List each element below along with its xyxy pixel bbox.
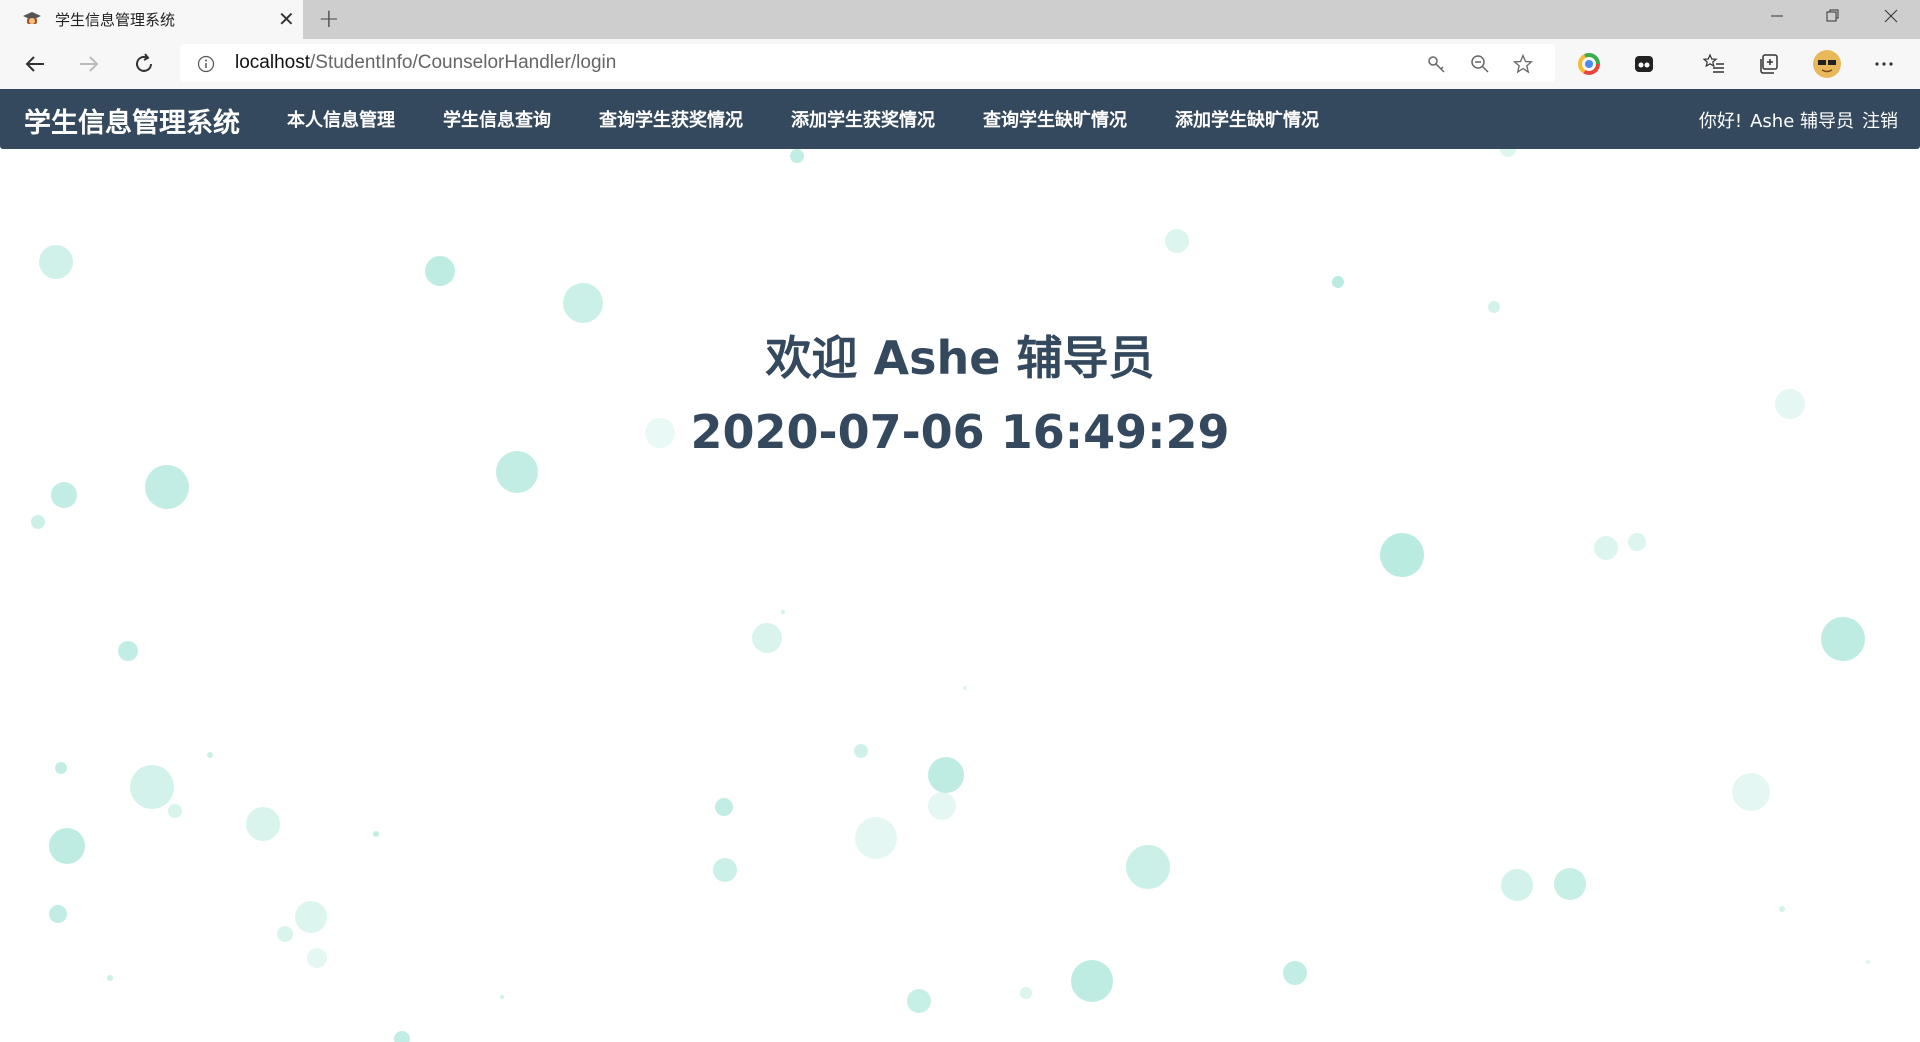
browser-tab-bar: 学生信息管理系统 ✕ + bbox=[0, 0, 1920, 39]
tab-title: 学生信息管理系统 bbox=[55, 11, 176, 29]
decorative-bubble bbox=[1380, 533, 1424, 577]
decorative-bubble bbox=[118, 641, 138, 661]
address-bar[interactable]: localhost/StudentInfo/CounselorHandler/l… bbox=[180, 44, 1555, 82]
decorative-bubble bbox=[1165, 229, 1189, 253]
decorative-bubble bbox=[425, 256, 455, 286]
decorative-bubble bbox=[854, 744, 868, 758]
browser-tab[interactable]: 学生信息管理系统 ✕ bbox=[0, 0, 303, 39]
decorative-bubble bbox=[1594, 536, 1618, 560]
app-brand[interactable]: 学生信息管理系统 bbox=[24, 101, 240, 140]
zoom-out-icon[interactable] bbox=[1468, 52, 1492, 76]
graduation-cap-icon bbox=[22, 10, 42, 28]
minimize-icon[interactable] bbox=[1752, 2, 1802, 30]
decorative-bubble bbox=[1283, 961, 1307, 985]
info-icon[interactable] bbox=[194, 52, 218, 76]
key-icon[interactable] bbox=[1425, 52, 1449, 76]
decorative-bubble bbox=[207, 752, 213, 758]
greeting-text: 你好! bbox=[1698, 111, 1743, 132]
extension-glasses-icon[interactable] bbox=[1631, 51, 1657, 77]
decorative-bubble bbox=[1501, 869, 1533, 901]
decorative-bubble bbox=[963, 686, 967, 690]
bubble-background bbox=[0, 149, 1920, 1042]
decorative-bubble bbox=[713, 858, 737, 882]
decorative-bubble bbox=[49, 828, 85, 864]
decorative-bubble bbox=[1628, 533, 1646, 551]
decorative-bubble bbox=[781, 610, 785, 614]
decorative-bubble bbox=[928, 757, 964, 793]
app-navbar: 学生信息管理系统 本人信息管理 学生信息查询 查询学生获奖情况 添加学生获奖情况… bbox=[0, 89, 1920, 149]
decorative-bubble bbox=[51, 482, 77, 508]
nav-item-add-absence[interactable]: 添加学生缺旷情况 bbox=[1175, 106, 1319, 132]
nav-item-query-absence[interactable]: 查询学生缺旷情况 bbox=[983, 106, 1127, 132]
close-tab-icon[interactable]: ✕ bbox=[278, 7, 295, 31]
decorative-bubble bbox=[563, 283, 603, 323]
decorative-bubble bbox=[277, 926, 293, 942]
url-text[interactable]: localhost/StudentInfo/CounselorHandler/l… bbox=[235, 52, 616, 74]
decorative-bubble bbox=[1779, 906, 1785, 912]
welcome-message: 欢迎 Ashe 辅导员 bbox=[765, 331, 1155, 385]
refresh-icon[interactable] bbox=[131, 51, 157, 77]
new-tab-icon[interactable]: + bbox=[318, 4, 340, 34]
forward-icon[interactable] bbox=[76, 51, 102, 77]
decorative-bubble bbox=[752, 623, 782, 653]
decorative-bubble bbox=[1071, 960, 1113, 1002]
decorative-bubble bbox=[1020, 987, 1032, 999]
nav-item-add-awards[interactable]: 添加学生获奖情况 bbox=[791, 106, 935, 132]
decorative-bubble bbox=[1488, 301, 1500, 313]
logout-link[interactable]: 注销 bbox=[1862, 107, 1898, 133]
decorative-bubble bbox=[1821, 617, 1865, 661]
decorative-bubble bbox=[1554, 868, 1586, 900]
decorative-bubble bbox=[1866, 960, 1870, 964]
decorative-bubble bbox=[1332, 276, 1344, 288]
back-icon[interactable] bbox=[22, 51, 48, 77]
nav-item-student-query[interactable]: 学生信息查询 bbox=[443, 106, 551, 132]
decorative-bubble bbox=[790, 149, 804, 163]
username-text: Ashe 辅导员 bbox=[1750, 111, 1854, 132]
chrome-extension-icon[interactable] bbox=[1576, 51, 1602, 77]
profile-avatar[interactable] bbox=[1811, 48, 1843, 80]
decorative-bubble bbox=[1500, 149, 1516, 157]
more-options-icon[interactable] bbox=[1871, 51, 1897, 77]
decorative-bubble bbox=[130, 765, 174, 809]
decorative-bubble bbox=[145, 465, 189, 509]
decorative-bubble bbox=[1126, 845, 1170, 889]
decorative-bubble bbox=[107, 975, 113, 981]
nav-menu: 本人信息管理 学生信息查询 查询学生获奖情况 添加学生获奖情况 查询学生缺旷情况… bbox=[287, 89, 1367, 149]
restore-icon[interactable] bbox=[1808, 2, 1858, 30]
close-window-icon[interactable] bbox=[1866, 2, 1916, 30]
user-area: 你好! Ashe 辅导员 注销 bbox=[1691, 107, 1898, 133]
nav-item-personal-info[interactable]: 本人信息管理 bbox=[287, 106, 395, 132]
decorative-bubble bbox=[928, 792, 956, 820]
decorative-bubble bbox=[295, 901, 327, 933]
current-datetime: 2020-07-06 16:49:29 bbox=[690, 405, 1230, 459]
decorative-bubble bbox=[500, 995, 504, 999]
decorative-bubble bbox=[246, 807, 280, 841]
decorative-bubble bbox=[855, 817, 897, 859]
decorative-bubble bbox=[715, 798, 733, 816]
favorite-star-icon[interactable] bbox=[1511, 52, 1535, 76]
favorites-list-icon[interactable] bbox=[1701, 51, 1727, 77]
nav-item-query-awards[interactable]: 查询学生获奖情况 bbox=[599, 106, 743, 132]
decorative-bubble bbox=[49, 905, 67, 923]
decorative-bubble bbox=[907, 989, 931, 1013]
decorative-bubble bbox=[373, 831, 379, 837]
decorative-bubble bbox=[55, 762, 67, 774]
decorative-bubble bbox=[168, 804, 182, 818]
decorative-bubble bbox=[1732, 773, 1770, 811]
decorative-bubble bbox=[39, 245, 73, 279]
decorative-bubble bbox=[394, 1031, 410, 1042]
decorative-bubble bbox=[31, 515, 45, 529]
decorative-bubble bbox=[307, 948, 327, 968]
collections-icon[interactable] bbox=[1756, 51, 1782, 77]
browser-toolbar: localhost/StudentInfo/CounselorHandler/l… bbox=[0, 39, 1920, 89]
